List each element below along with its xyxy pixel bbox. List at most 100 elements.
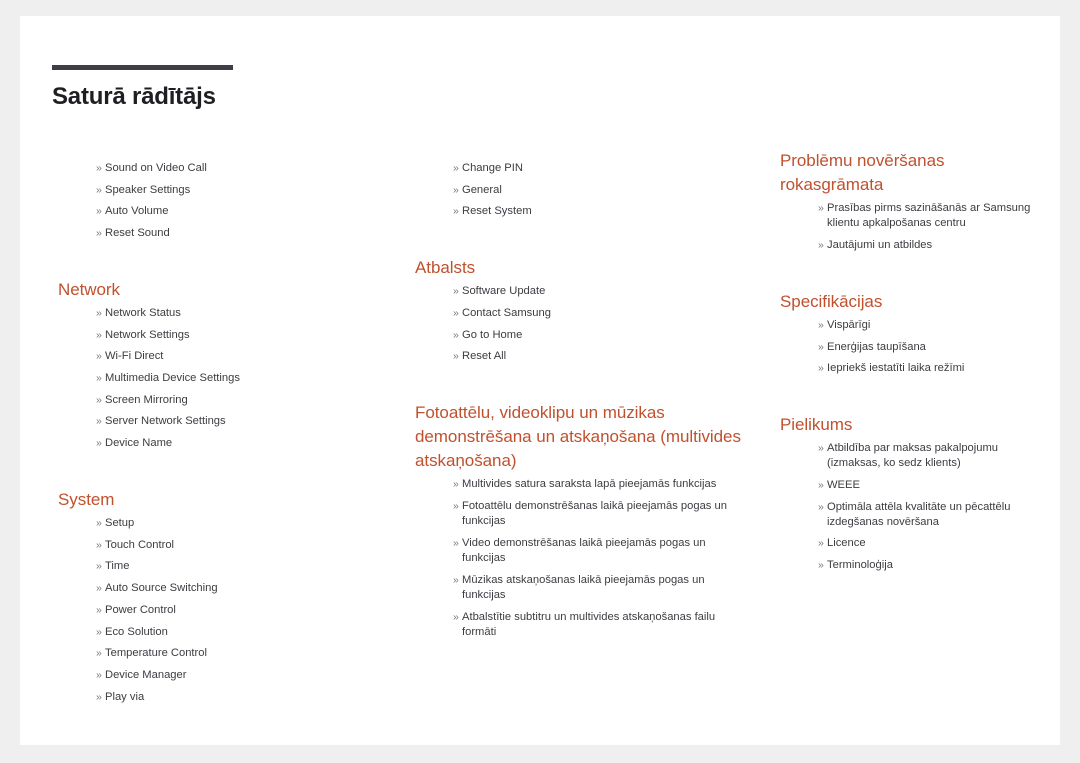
toc-entry-label: Wi-Fi Direct [105,350,164,363]
bullet-chevron-icon: » [453,573,459,586]
toc-entry[interactable]: » Network Status [96,306,388,321]
toc-entry[interactable]: » Auto Volume [96,204,388,219]
bullet-chevron-icon: » [818,500,824,513]
toc-entry[interactable]: » Play via [96,690,388,705]
toc-entry[interactable]: » Atbalstītie subtitru un multivides atsk… [453,610,745,640]
toc-entry[interactable]: » Multivides satura saraksta lapā pieejam… [453,477,745,492]
toc-entry[interactable]: » Network Settings [96,328,388,343]
toc-entry[interactable]: » Sound on Video Call [96,161,388,176]
toc-entry[interactable]: » Wi-Fi Direct [96,349,388,364]
bullet-chevron-icon: » [96,306,102,319]
toc-section: Atbalsts » Software Update » Contact Samsung… [415,226,745,364]
toc-entry[interactable]: » Multimedia Device Settings [96,371,388,386]
toc-entry[interactable]: » Server Network Settings [96,414,388,429]
toc-entry-label: Setup [105,516,135,529]
bullet-chevron-icon: » [453,328,459,341]
toc-entry[interactable]: » Change PIN [453,161,745,176]
title-rule [52,65,233,70]
section-heading[interactable]: Pielikums [780,413,1040,437]
bullet-chevron-icon: » [453,610,459,623]
toc-entry[interactable]: » Device Manager [96,668,388,683]
toc-entry[interactable]: » Setup [96,516,388,531]
section-heading[interactable]: System [58,488,388,512]
toc-entry[interactable]: » Atbildība par maksas pakalpojumu (izmak… [818,441,1040,471]
toc-entry[interactable]: » Reset System [453,204,745,219]
toc-entry-label: Terminoloģija [827,559,893,572]
toc-entry[interactable]: » Mūzikas atskaņošanas laikā pieejamās po… [453,573,745,603]
toc-entry-label: Device Manager [105,668,187,681]
bullet-chevron-icon: » [453,162,459,174]
toc-entry[interactable]: » Terminoloģija [818,558,1040,573]
bullet-chevron-icon: » [818,239,824,252]
document-page: Saturā rādītājs » Sound on Video Call» Spe… [20,16,1060,745]
toc-entry[interactable]: » Licence [818,536,1040,551]
toc-entry-label: Jautājumi un atbildes [827,239,933,252]
toc-entry-label: Screen Mirroring [105,393,188,406]
bullet-chevron-icon: » [96,415,102,428]
toc-entry-label: Change PIN [462,162,523,174]
section-heading[interactable]: Network [58,278,388,302]
toc-entry[interactable]: » Vispārīgi [818,318,1040,333]
toc-entry[interactable]: » Prasības pirms sazināšanās ar Samsung k… [818,201,1040,231]
toc-entry-label: Enerģijas taupīšana [827,340,926,353]
bullet-chevron-icon: » [453,285,459,298]
toc-entry[interactable]: » Iepriekš iestatīti laika režīmi [818,361,1040,376]
bullet-chevron-icon: » [96,372,102,385]
toc-section: Network» Network Status» Network Settings»… [58,248,388,451]
bullet-chevron-icon: » [96,227,102,240]
toc-entry-label: Speaker Settings [105,183,191,196]
toc-entry[interactable]: » Time [96,559,388,574]
toc-entry[interactable]: » Reset Sound [96,226,388,241]
toc-entry[interactable]: » WEEE [818,478,1040,493]
toc-entry-label: Eco Solution [105,625,168,638]
toc-entry[interactable]: » Screen Mirroring [96,393,388,408]
toc-entry[interactable]: » General [453,183,745,198]
toc-entry-label: Video demonstrēšanas laikā pieejamās pog… [462,536,706,565]
section-heading[interactable]: Fotoattēlu, videoklipu un mūzikas demons… [415,401,745,473]
toc-section: System» Setup» Touch Control» Time» Auto Sou… [58,458,388,705]
toc-list: » Network Status» Network Settings» Wi-Fi D… [58,306,388,451]
toc-section: Problēmu novēršanas rokasgrāmata » Prasība… [780,149,1040,253]
toc-entry-label: Prasības pirms sazināšanās ar Samsung kl… [827,202,1031,230]
toc-entry-label: WEEE [827,478,860,491]
bullet-chevron-icon: » [96,350,102,363]
bullet-chevron-icon: » [453,478,459,491]
bullet-chevron-icon: » [453,183,459,196]
toc-entry-label: Multimedia Device Settings [105,372,240,385]
toc-list: » Sound on Video Call» Speaker Settings» Au… [58,161,388,241]
toc-entry[interactable]: » Go to Home [453,328,745,343]
toc-entry[interactable]: » Touch Control [96,538,388,553]
section-heading[interactable]: Atbalsts [415,256,745,280]
toc-entry-label: Go to Home [462,328,523,341]
toc-entry[interactable]: » Speaker Settings [96,183,388,198]
toc-entry[interactable]: » Jautājumi un atbildes [818,238,1040,253]
title-block: Saturā rādītājs [52,65,233,110]
toc-entry-label: Auto Volume [105,205,169,218]
toc-list: » Atbildība par maksas pakalpojumu (izmak… [780,441,1040,573]
toc-entry-label: Mūzikas atskaņošanas laikā pieejamās pog… [462,573,705,601]
toc-entry[interactable]: » Reset All [453,349,745,364]
toc-entry-label: Sound on Video Call [105,162,207,174]
toc-entry[interactable]: » Contact Samsung [453,306,745,321]
toc-entry[interactable]: » Software Update [453,284,745,299]
toc-entry[interactable]: » Optimāla attēla kvalitāte un pēcattēlu … [818,500,1040,530]
section-heading[interactable]: Problēmu novēršanas rokasgrāmata [780,149,1040,197]
bullet-chevron-icon: » [818,442,824,455]
bullet-chevron-icon: » [96,647,102,660]
toc-list: » Software Update» Contact Samsung» Go to H… [415,284,745,364]
toc-entry[interactable]: » Power Control [96,603,388,618]
toc-entry[interactable]: » Device Name [96,436,388,451]
toc-entry-label: Temperature Control [105,647,207,660]
toc-entry-label: General [462,183,502,196]
bullet-chevron-icon: » [96,162,102,174]
toc-section: » Sound on Video Call» Speaker Settings» Au… [58,161,388,241]
toc-entry[interactable]: » Enerģijas taupīšana [818,340,1040,355]
toc-entry[interactable]: » Video demonstrēšanas laikā pieejamās po… [453,536,745,566]
toc-entry[interactable]: » Auto Source Switching [96,581,388,596]
toc-entry[interactable]: » Fotoattēlu demonstrēšanas laikā pieejam… [453,499,745,529]
toc-entry-label: Network Settings [105,328,190,341]
toc-entry[interactable]: » Eco Solution [96,625,388,640]
toc-entry[interactable]: » Temperature Control [96,646,388,661]
section-heading[interactable]: Specifikācijas [780,290,1040,314]
